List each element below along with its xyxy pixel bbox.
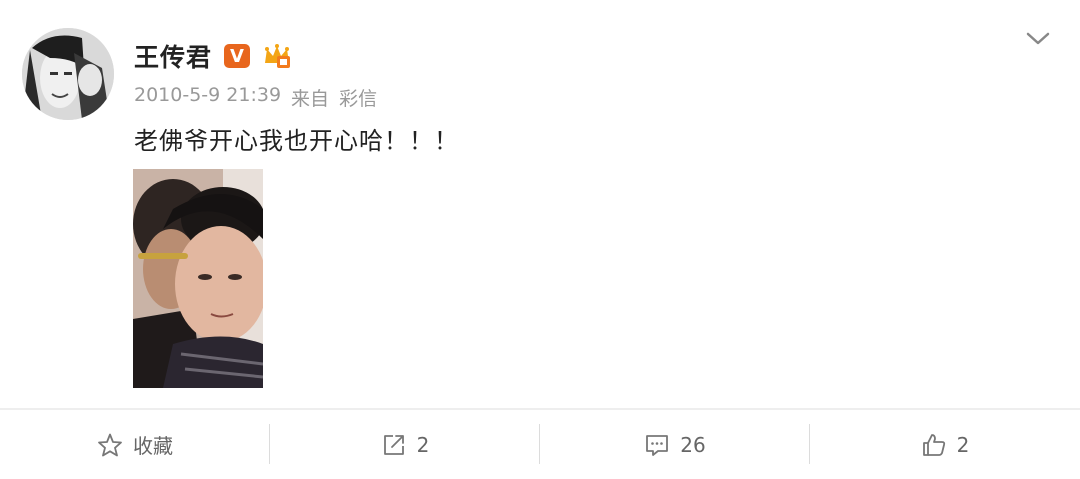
post-meta: 2010-5-9 21:39 来自 彩信: [134, 84, 377, 111]
avatar[interactable]: [22, 28, 114, 120]
like-button[interactable]: 2: [810, 410, 1080, 479]
star-icon: [97, 432, 123, 458]
source-prefix: 来自: [291, 88, 330, 110]
comment-icon: [644, 432, 670, 458]
verified-badge: V: [224, 44, 251, 68]
action-bar: 收藏 2 26 2: [0, 410, 1080, 479]
post-photo[interactable]: [133, 169, 263, 388]
chevron-down-icon[interactable]: [1024, 28, 1052, 48]
weibo-post: 王传君 V 2010-5-9 21:39 来自 彩信 老佛爷开心我也开心哈！！！: [0, 0, 1080, 479]
share-count: 2: [416, 432, 430, 457]
crown-icon: [262, 43, 292, 69]
share-icon: [381, 432, 407, 458]
favorite-button[interactable]: 收藏: [0, 410, 270, 479]
timestamp[interactable]: 2010-5-9 21:39: [134, 84, 281, 111]
source-label[interactable]: 彩信: [339, 84, 377, 111]
like-count: 2: [956, 432, 970, 457]
thumbs-up-icon: [921, 432, 947, 458]
post-text: 老佛爷开心我也开心哈！！！: [134, 127, 459, 155]
share-button[interactable]: 2: [270, 410, 540, 479]
post-header: 王传君 V: [134, 36, 292, 76]
favorite-label: 收藏: [133, 434, 173, 458]
username[interactable]: 王传君: [134, 38, 212, 74]
comment-count: 26: [680, 432, 706, 457]
comment-button[interactable]: 26: [540, 410, 810, 479]
